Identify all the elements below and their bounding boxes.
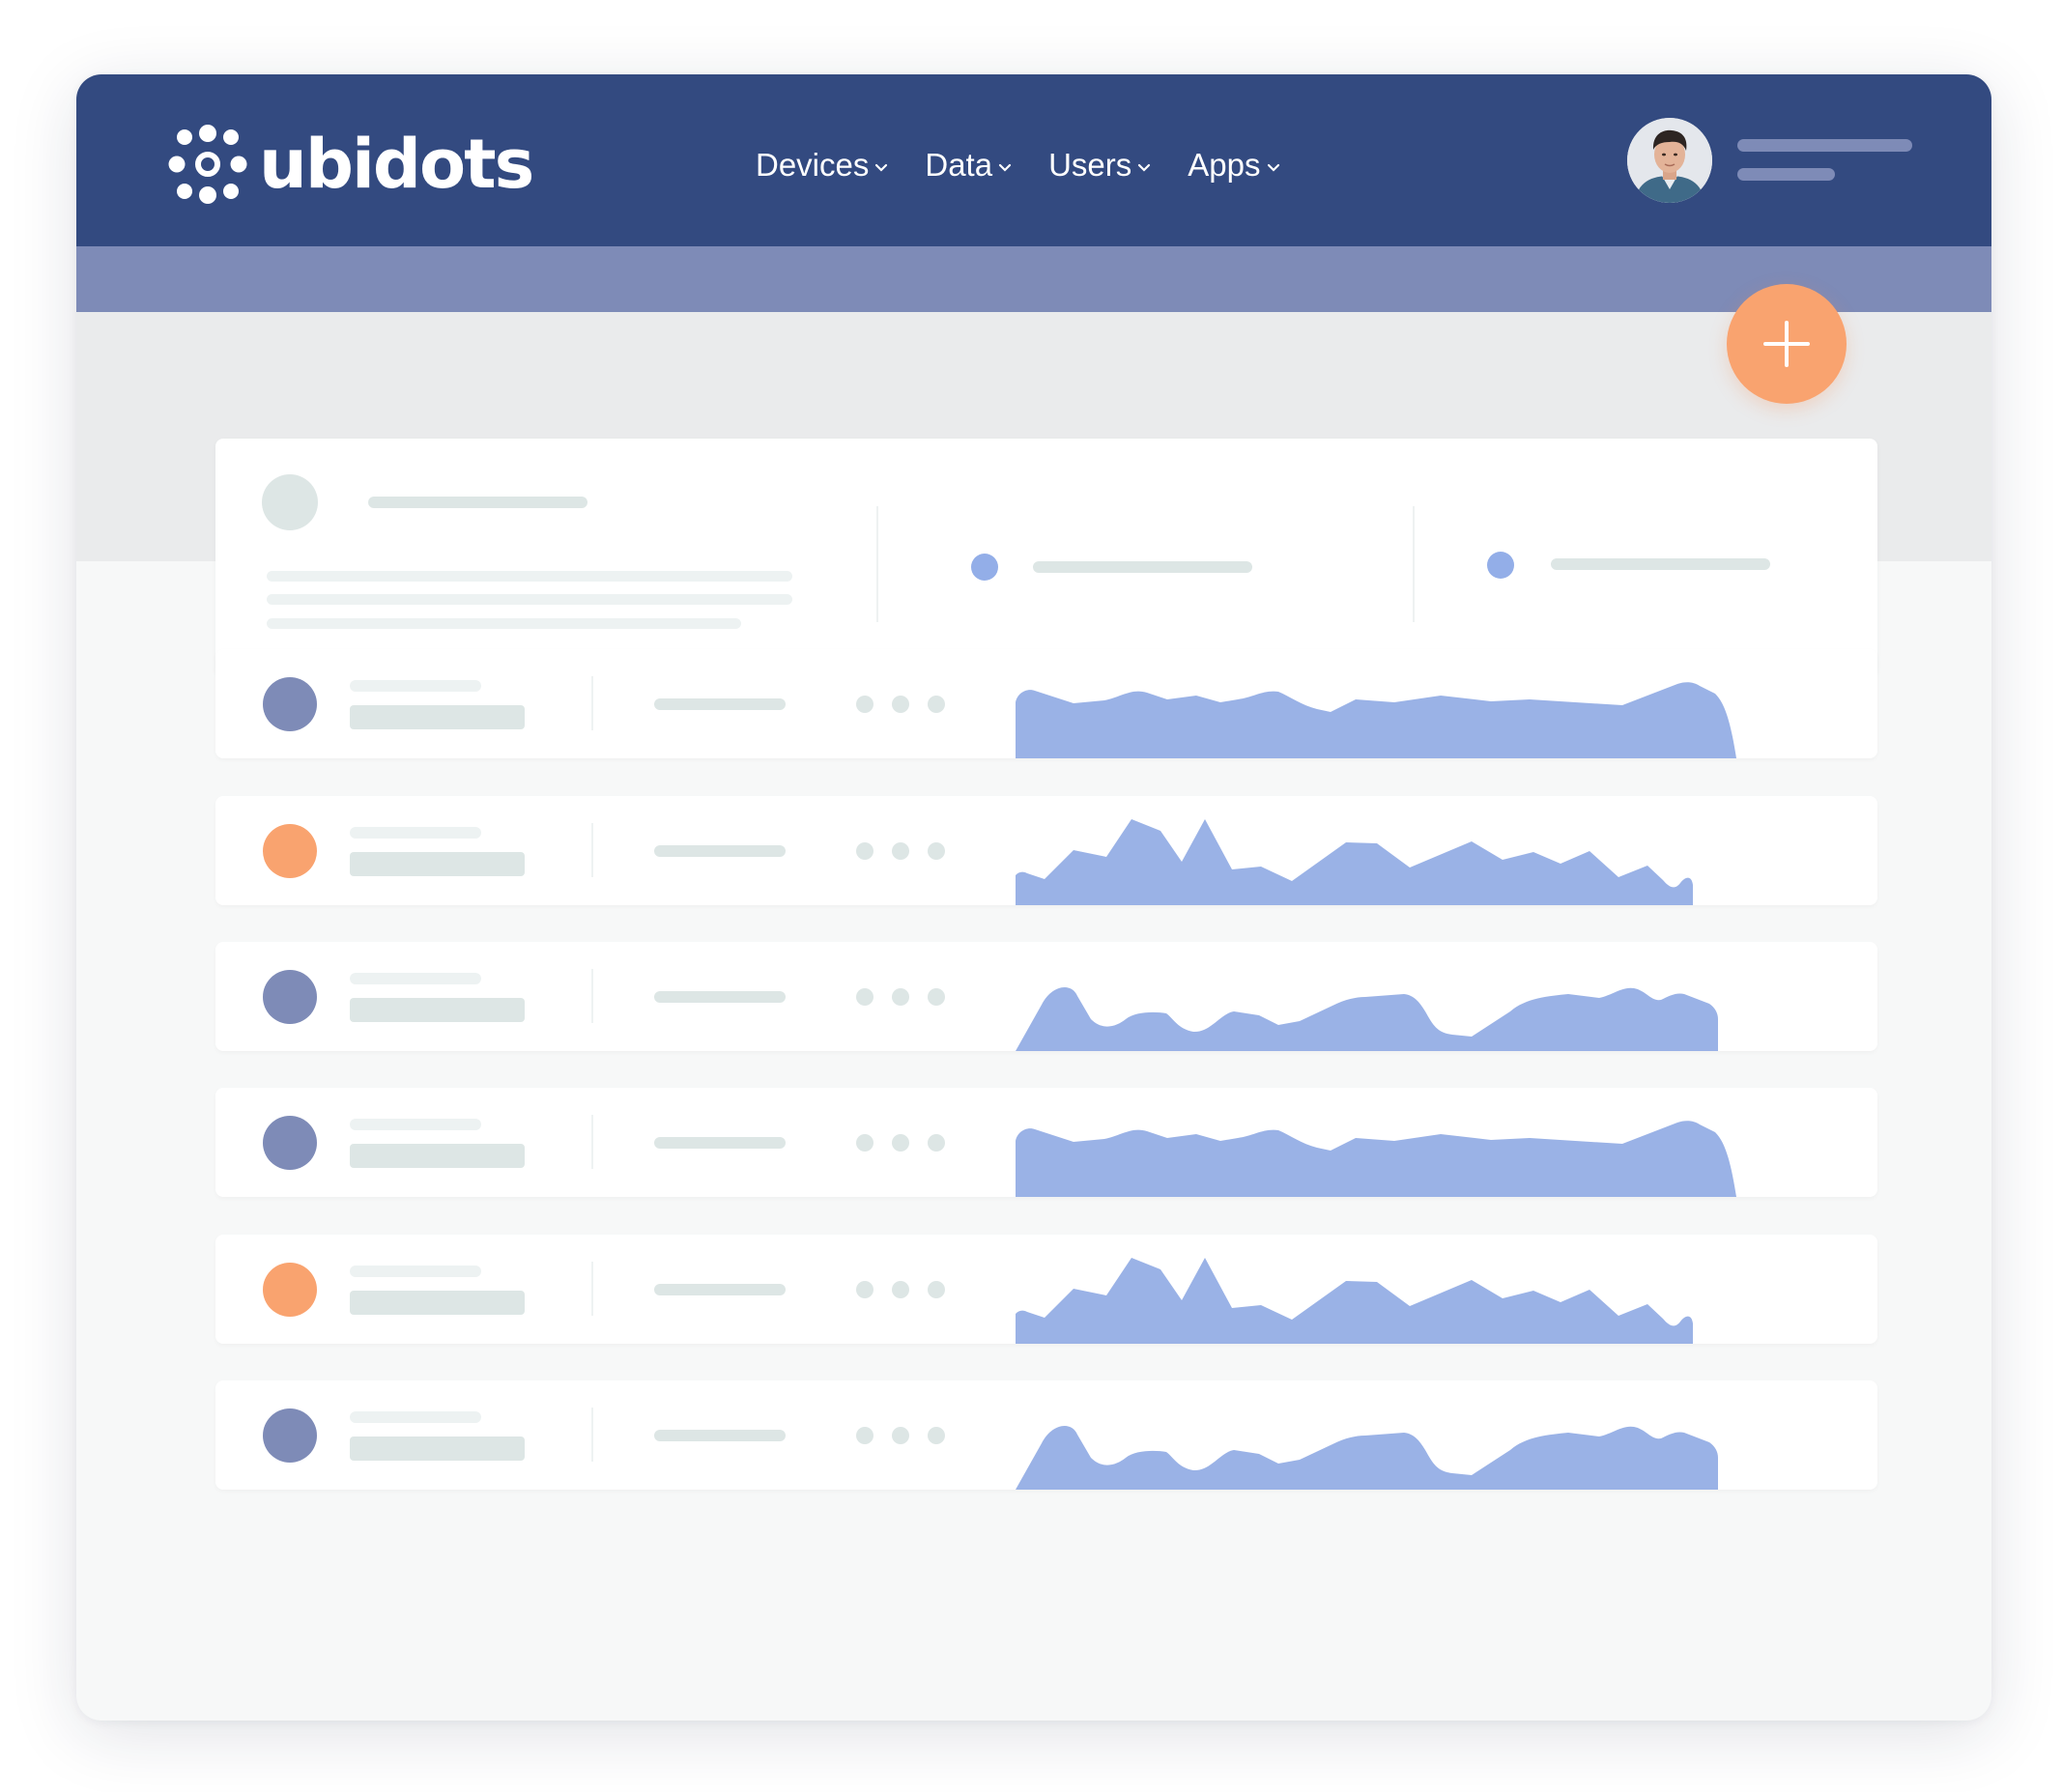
plus-icon [1763, 321, 1810, 367]
device-row[interactable] [215, 942, 1877, 1051]
device-sparkline [1016, 1258, 1693, 1344]
user-photo-icon [1627, 118, 1712, 203]
app-window: ubidots Devices Data Users Apps [76, 74, 1991, 1721]
summary-card [215, 439, 1877, 676]
summary-text-line [267, 618, 741, 629]
device-row[interactable] [215, 649, 1877, 758]
device-sparkline [1016, 1426, 1718, 1490]
sparkline-area [1016, 682, 1736, 758]
ubidots-logo-icon [168, 125, 247, 204]
summary-title-placeholder [368, 497, 587, 508]
device-row[interactable] [215, 796, 1877, 905]
summary-divider [1413, 506, 1415, 622]
nav-users-label: Users [1048, 147, 1132, 183]
brand-logo[interactable]: ubidots [168, 125, 534, 204]
device-row[interactable] [215, 1235, 1877, 1344]
nav-users[interactable]: Users [1048, 147, 1151, 184]
sparkline-area [1016, 1121, 1736, 1197]
chevron-down-icon [998, 163, 1012, 172]
summary-stat-placeholder [1551, 558, 1770, 570]
sub-header-bar [76, 246, 1991, 312]
device-sparkline [1016, 682, 1736, 758]
device-sparkline [1016, 1121, 1736, 1197]
sparkline-area [1016, 1426, 1718, 1490]
summary-stat-dot [1487, 552, 1514, 579]
user-name-placeholder [1737, 139, 1912, 152]
user-avatar[interactable] [1627, 118, 1712, 203]
nav-devices-label: Devices [756, 147, 870, 183]
nav-data-label: Data [925, 147, 993, 183]
summary-divider [876, 506, 878, 622]
top-navbar: ubidots Devices Data Users Apps [76, 74, 1991, 246]
nav-apps[interactable]: Apps [1188, 147, 1279, 184]
device-sparkline [1016, 819, 1693, 905]
summary-text-line [267, 571, 792, 582]
summary-text-line [267, 594, 792, 605]
main-nav: Devices Data Users Apps [756, 147, 1317, 184]
device-sparkline [1016, 987, 1718, 1051]
chevron-down-icon [1267, 163, 1279, 172]
device-row[interactable] [215, 1380, 1877, 1490]
add-device-button[interactable] [1727, 284, 1847, 404]
sparkline-area [1016, 1258, 1693, 1344]
sparkline-area [1016, 819, 1693, 905]
summary-stat-placeholder [1033, 561, 1252, 573]
device-row[interactable] [215, 1088, 1877, 1197]
sparkline-area [1016, 987, 1718, 1051]
nav-apps-label: Apps [1188, 147, 1261, 183]
chevron-down-icon [875, 163, 888, 172]
nav-data[interactable]: Data [925, 147, 1012, 184]
brand-name: ubidots [259, 125, 534, 204]
chevron-down-icon [1138, 163, 1151, 172]
summary-avatar-placeholder [262, 474, 318, 530]
nav-devices[interactable]: Devices [756, 147, 888, 184]
user-role-placeholder [1737, 168, 1835, 181]
summary-stat-dot [971, 554, 998, 581]
